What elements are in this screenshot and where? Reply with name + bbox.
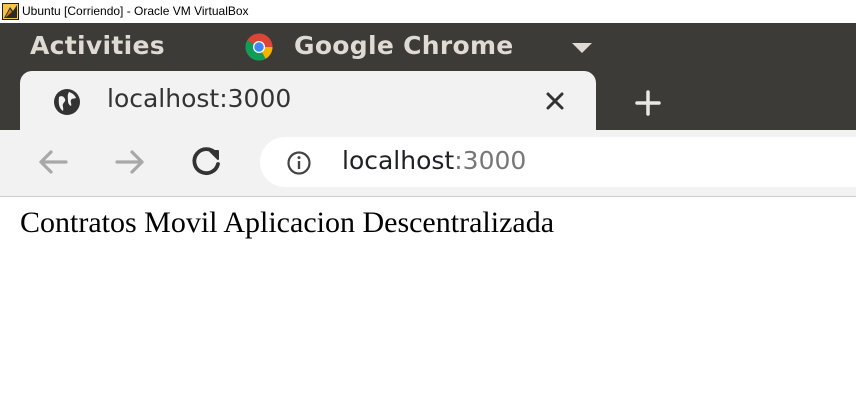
page-heading: Contratos Movil Aplicacion Descentraliza… bbox=[20, 206, 555, 239]
url-port: :3000 bbox=[454, 146, 527, 175]
browser-toolbar: localhost:3000 bbox=[0, 130, 856, 197]
app-menu-label[interactable]: Google Chrome bbox=[294, 31, 514, 60]
page-content: Contratos Movil Aplicacion Descentraliza… bbox=[0, 197, 856, 402]
virtualbox-icon bbox=[2, 3, 19, 20]
tab-strip: localhost:3000 bbox=[0, 71, 856, 130]
ubuntu-top-panel: Activities Google Chrome bbox=[0, 23, 856, 71]
forward-arrow-icon[interactable] bbox=[110, 142, 150, 182]
virtualbox-title-bar: Ubuntu [Corriendo] - Oracle VM VirtualBo… bbox=[0, 0, 856, 23]
new-tab-icon[interactable] bbox=[630, 85, 666, 121]
close-tab-icon[interactable] bbox=[542, 88, 568, 114]
tab-title: localhost:3000 bbox=[107, 84, 292, 113]
caret-down-icon[interactable] bbox=[571, 42, 593, 54]
back-arrow-icon[interactable] bbox=[33, 142, 73, 182]
browser-tab[interactable]: localhost:3000 bbox=[20, 71, 596, 130]
window-title: Ubuntu [Corriendo] - Oracle VM VirtualBo… bbox=[22, 4, 249, 18]
reload-icon[interactable] bbox=[186, 142, 226, 182]
url-host: localhost bbox=[342, 146, 455, 175]
activities-button[interactable]: Activities bbox=[30, 31, 165, 60]
info-icon[interactable] bbox=[286, 150, 312, 176]
url-text[interactable]: localhost:3000 bbox=[342, 146, 526, 175]
address-bar[interactable]: localhost:3000 bbox=[260, 137, 856, 187]
globe-icon bbox=[54, 89, 80, 115]
chrome-icon bbox=[245, 33, 273, 61]
